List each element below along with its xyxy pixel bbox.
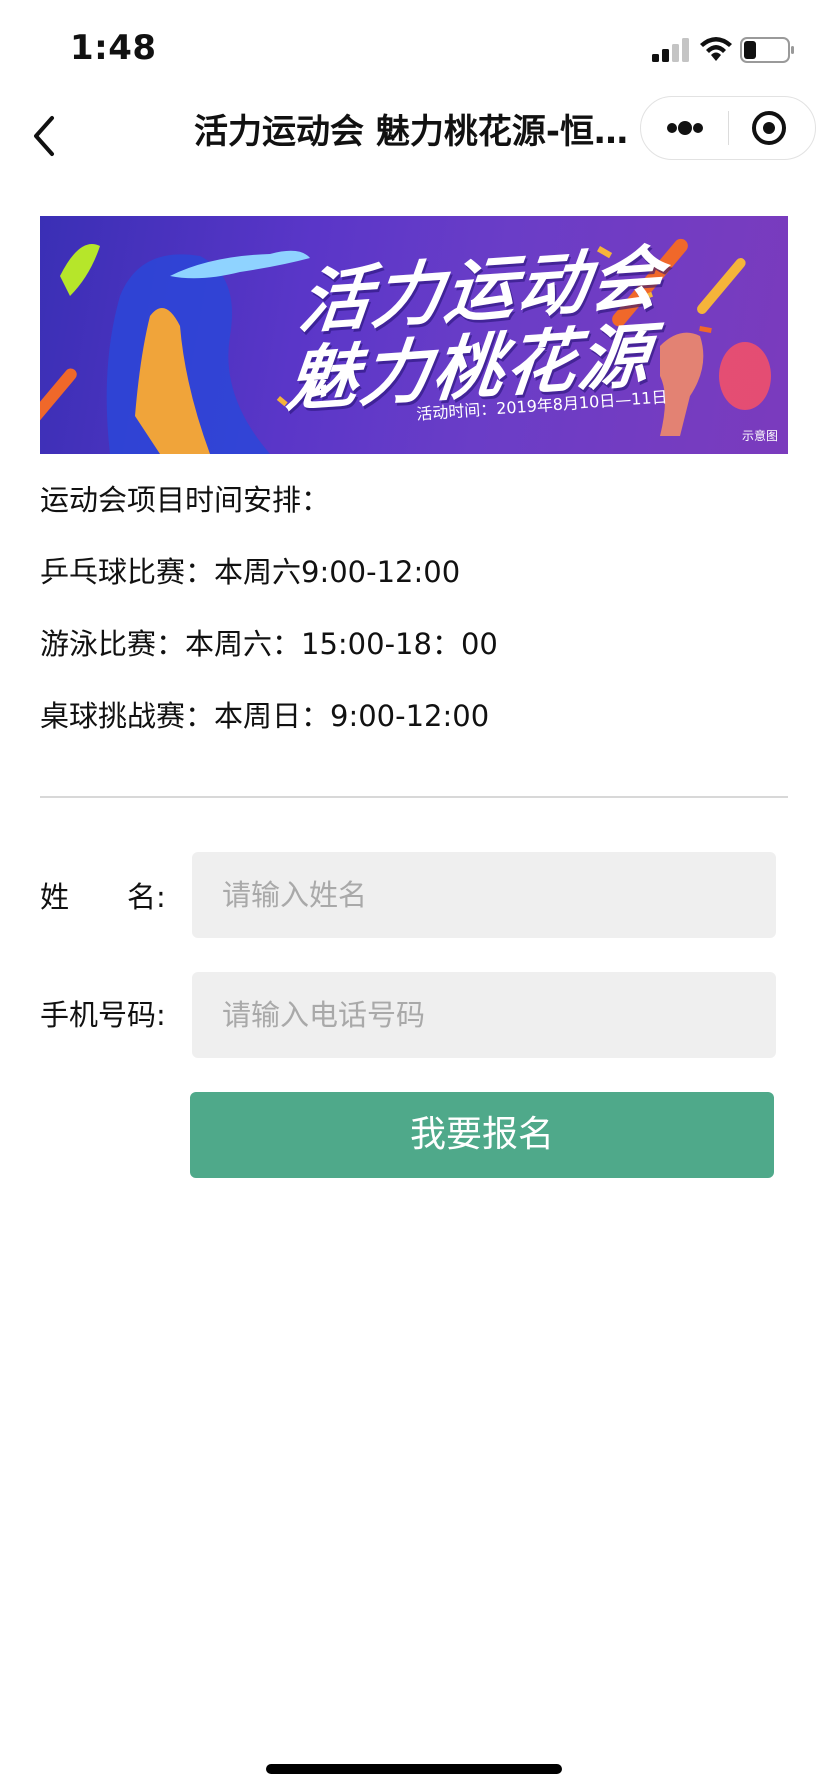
mini-program-capsule [640,96,816,160]
more-button[interactable] [641,97,729,159]
schedule-item: 桌球挑战赛：本周日：9:00-12:00 [40,699,490,733]
signal-icon [652,38,689,62]
page-title: 活力运动会 魅力桃花源-恒… [194,112,628,152]
schedule-section: 运动会项目时间安排： 乒乓球比赛：本周六9:00-12:00 游泳比赛：本周六：… [40,478,788,766]
name-label: 姓 名: [40,880,166,914]
target-circle-icon [752,111,786,145]
event-banner: 活力运动会 魅力桃花源 活动时间：2019年8月10日—11日 示意图 [40,216,788,454]
back-button[interactable] [26,110,66,158]
schedule-heading: 运动会项目时间安排： [40,483,331,517]
battery-icon [740,37,794,63]
chevron-left-icon [34,116,54,156]
phone-label: 手机号码: [40,998,166,1032]
status-bar: 1:48 [0,0,828,96]
close-button[interactable] [729,97,817,159]
phone-input[interactable] [192,972,776,1058]
status-time: 1:48 [70,28,157,68]
name-input[interactable] [192,852,776,938]
wifi-icon [700,37,732,61]
section-divider [40,796,788,798]
home-indicator [266,1764,562,1774]
signup-button[interactable]: 我要报名 [190,1092,774,1178]
nav-bar: 活力运动会 魅力桃花源-恒… [0,96,828,168]
banner-note: 示意图 [741,429,778,443]
more-dots-icon [667,121,703,135]
schedule-item: 游泳比赛：本周六：15:00-18：00 [40,627,498,661]
schedule-item: 乒乓球比赛：本周六9:00-12:00 [40,555,461,589]
